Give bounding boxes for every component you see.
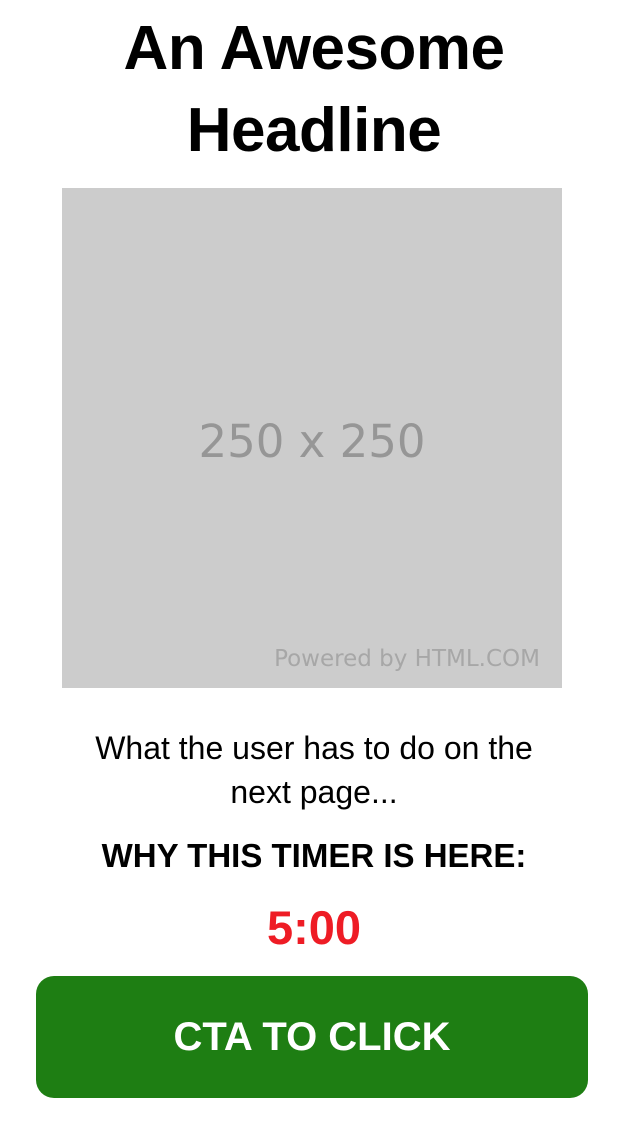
placeholder-image: 250 x 250 Powered by HTML.COM bbox=[62, 188, 562, 688]
landing-page: An Awesome Headline 250 x 250 Powered by… bbox=[0, 0, 628, 1130]
cta-button[interactable]: CTA TO CLICK bbox=[36, 976, 588, 1098]
headline-line-1: An Awesome bbox=[123, 14, 505, 83]
placeholder-size-label: 250 x 250 bbox=[198, 415, 426, 468]
timer-reason-heading: WHY THIS TIMER IS HERE: bbox=[101, 837, 527, 874]
instruction-text: What the user has to do on the next page… bbox=[40, 726, 588, 814]
placeholder-credit-label: Powered by HTML.COM bbox=[274, 646, 540, 672]
countdown-timer: 5:00 bbox=[266, 901, 362, 954]
page-headline: An Awesome Headline bbox=[0, 8, 628, 172]
instruction-line-1: What the user has to do on the bbox=[95, 730, 533, 766]
instruction-line-2: next page... bbox=[230, 774, 398, 810]
headline-line-2: Headline bbox=[186, 96, 442, 165]
